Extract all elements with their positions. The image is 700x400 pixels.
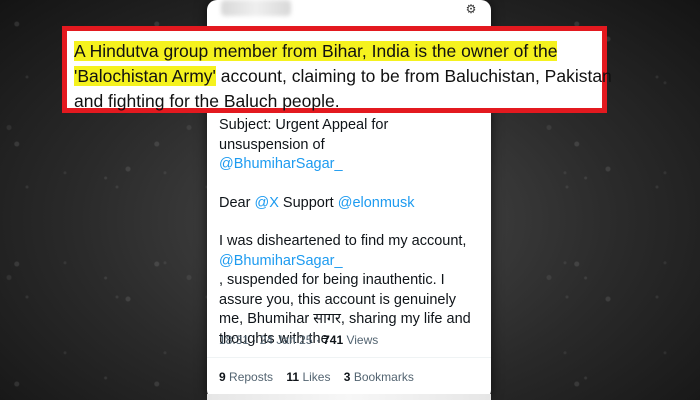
reposts-label: Reposts (229, 370, 274, 384)
tweet-date[interactable]: 24 Jan 25 (260, 333, 313, 347)
tweet-time[interactable]: 18:31 (219, 333, 249, 347)
subject-line: Subject: Urgent Appeal for unsuspension … (219, 117, 389, 153)
reposts-count: 9 (219, 370, 226, 384)
callout-line2-rest: account, claiming to be from Baluchistan… (215, 66, 612, 86)
body-start: I was disheartened to find my account, (219, 233, 467, 249)
likes-label: Likes (302, 370, 331, 384)
callout-line3: and fighting for the Baluch people. (74, 91, 340, 111)
support-text: Support (278, 194, 338, 211)
mention-elon-link[interactable]: @elonmusk (338, 195, 415, 211)
engagement-stats: 9 Reposts 11 Likes 3 Bookmarks (219, 370, 424, 384)
subject-paragraph: Subject: Urgent Appeal for unsuspension … (219, 116, 479, 175)
views-label: Views (346, 333, 379, 347)
next-tweet-strip (207, 394, 491, 400)
reposts-stat[interactable]: 9 Reposts (219, 370, 273, 384)
bookmarks-count: 3 (343, 370, 351, 384)
blurred-author (221, 0, 291, 16)
more-options-icon[interactable]: ⚙ (463, 2, 479, 16)
divider (207, 357, 491, 358)
views-count: 741 (323, 333, 344, 347)
highlight-callout: A Hindutva group member from Bihar, Indi… (62, 26, 612, 113)
mention-x-link[interactable]: @X (254, 195, 278, 211)
bookmarks-label: Bookmarks (353, 370, 414, 384)
likes-stat[interactable]: 11 Likes (286, 370, 330, 384)
tweet-meta: 18:31 · 24 Jan 25 · 741 Views (219, 333, 379, 347)
body-mention-link[interactable]: @BhumiharSagar_ (219, 253, 343, 269)
bookmarks-stat[interactable]: 3 Bookmarks (344, 370, 414, 384)
likes-count: 11 (286, 370, 300, 384)
body-paragraph: I was disheartened to find my account, @… (219, 232, 479, 349)
dear-text: Dear (219, 194, 255, 211)
dear-paragraph: Dear @X Support @elonmusk (219, 194, 479, 214)
callout-text: A Hindutva group member from Bihar, Indi… (74, 39, 614, 114)
subject-mention-link[interactable]: @BhumiharSagar_ (219, 156, 343, 172)
callout-highlight-1: A Hindutva group member from Bihar, Indi… (74, 41, 558, 61)
tweet-text: Subject: Urgent Appeal for unsuspension … (219, 116, 479, 349)
callout-highlight-2: 'Balochistan Army' (74, 66, 216, 86)
tweet-header: ⚙ (207, 0, 491, 22)
